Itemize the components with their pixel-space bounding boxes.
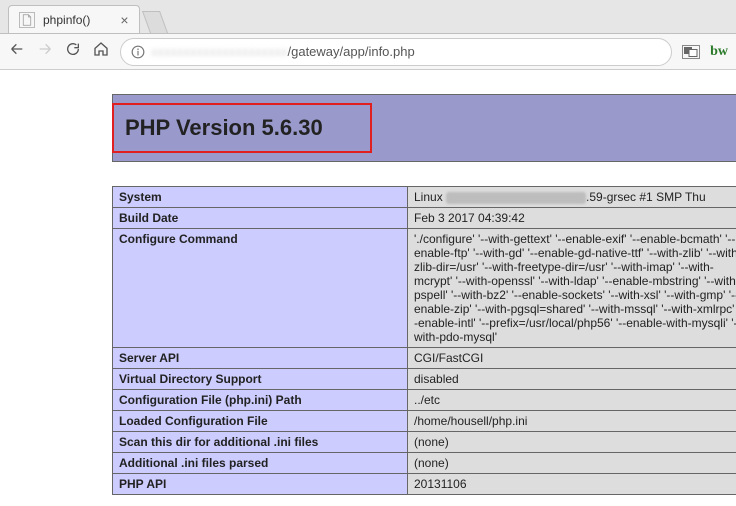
table-row: Loaded Configuration File/home/housell/p…: [113, 411, 736, 432]
row-value: CGI/FastCGI: [408, 348, 736, 369]
php-version-banner: PHP Version 5.6.30: [112, 94, 736, 162]
row-value: './configure' '--with-gettext' '--enable…: [408, 229, 736, 348]
url-path: /gateway/app/info.php: [288, 44, 415, 59]
reload-button[interactable]: [64, 41, 82, 62]
row-value: Feb 3 2017 04:39:42: [408, 208, 736, 229]
phpinfo-table: SystemLinux .59-grsec #1 SMP ThuBuild Da…: [112, 186, 736, 495]
row-value: disabled: [408, 369, 736, 390]
annotation-highlight: [112, 103, 372, 153]
site-info-icon[interactable]: [131, 45, 145, 59]
close-icon[interactable]: ×: [120, 12, 128, 28]
table-row: PHP API20131106: [113, 474, 736, 495]
row-value: Linux .59-grsec #1 SMP Thu: [408, 187, 736, 208]
row-key: Server API: [113, 348, 408, 369]
extension-icon[interactable]: bw: [710, 44, 728, 60]
url-host-blurred: xxxxxxxxxxxxxxxxxxxxx: [151, 44, 288, 59]
tab-bar: phpinfo() ×: [0, 0, 736, 34]
table-row: Virtual Directory Supportdisabled: [113, 369, 736, 390]
row-key: PHP API: [113, 474, 408, 495]
row-value: (none): [408, 432, 736, 453]
row-value: (none): [408, 453, 736, 474]
table-row: Server APICGI/FastCGI: [113, 348, 736, 369]
row-value: ../etc: [408, 390, 736, 411]
new-tab-button[interactable]: [142, 11, 168, 33]
table-row: Build DateFeb 3 2017 04:39:42: [113, 208, 736, 229]
back-button[interactable]: [8, 41, 26, 62]
row-key: Configure Command: [113, 229, 408, 348]
file-icon: [19, 12, 35, 28]
browser-window: phpinfo() × xxxxxxxxxxxxxxxxxxxxx /gatew…: [0, 0, 736, 495]
toolbar-right: bw: [682, 44, 728, 60]
tab-title: phpinfo(): [43, 13, 90, 27]
table-row: Additional .ini files parsed(none): [113, 453, 736, 474]
redacted-text: [446, 192, 586, 204]
home-button[interactable]: [92, 41, 110, 62]
table-row: SystemLinux .59-grsec #1 SMP Thu: [113, 187, 736, 208]
row-key: Configuration File (php.ini) Path: [113, 390, 408, 411]
row-key: Build Date: [113, 208, 408, 229]
row-key: Virtual Directory Support: [113, 369, 408, 390]
row-key: System: [113, 187, 408, 208]
browser-toolbar: xxxxxxxxxxxxxxxxxxxxx /gateway/app/info.…: [0, 34, 736, 70]
row-key: Scan this dir for additional .ini files: [113, 432, 408, 453]
row-value: 20131106: [408, 474, 736, 495]
row-key: Loaded Configuration File: [113, 411, 408, 432]
table-row: Configure Command'./configure' '--with-g…: [113, 229, 736, 348]
page-content: PHP Version 5.6.30 SystemLinux .59-grsec…: [0, 70, 736, 495]
forward-button[interactable]: [36, 41, 54, 62]
row-value: /home/housell/php.ini: [408, 411, 736, 432]
browser-tab[interactable]: phpinfo() ×: [8, 5, 140, 33]
translate-icon[interactable]: [682, 45, 700, 59]
table-row: Scan this dir for additional .ini files(…: [113, 432, 736, 453]
address-bar[interactable]: xxxxxxxxxxxxxxxxxxxxx /gateway/app/info.…: [120, 38, 672, 66]
row-key: Additional .ini files parsed: [113, 453, 408, 474]
table-row: Configuration File (php.ini) Path../etc: [113, 390, 736, 411]
